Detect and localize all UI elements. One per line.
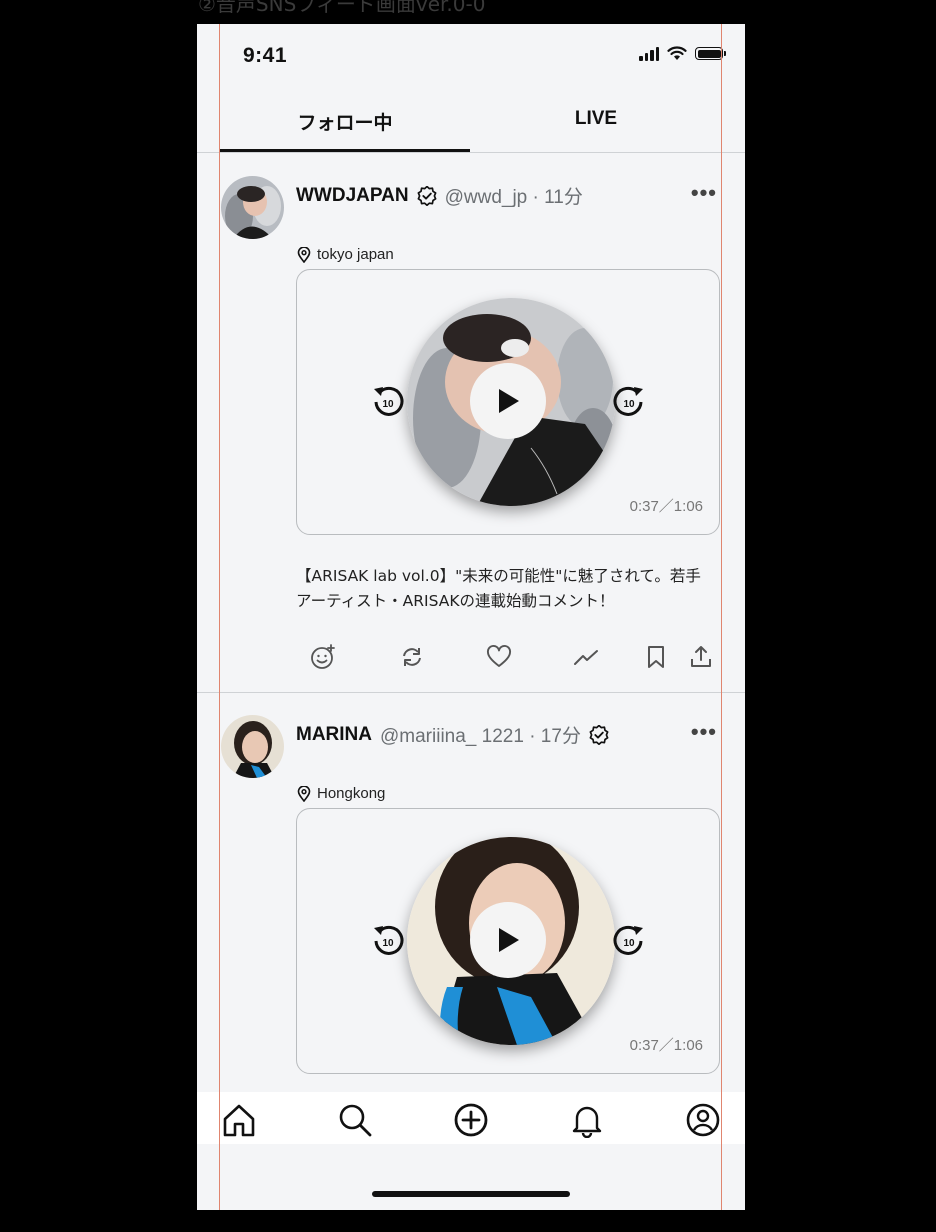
- location-pin-icon: [297, 785, 311, 802]
- post-location: tokyo japan: [297, 246, 394, 263]
- author-name[interactable]: MARINA: [296, 724, 372, 746]
- play-icon: [499, 389, 519, 413]
- analytics-icon[interactable]: [573, 644, 599, 670]
- verified-badge-icon: [589, 724, 609, 745]
- author-handle: @wwd_jp · 11分: [444, 187, 583, 208]
- post-location: Hongkong: [297, 785, 385, 802]
- bell-icon[interactable]: [569, 1102, 605, 1138]
- avatar[interactable]: [221, 176, 284, 239]
- forward-10-button[interactable]: 10: [611, 383, 647, 419]
- forward-10-label: 10: [623, 938, 635, 949]
- feed-tabs: フォロー中 LIVE: [197, 94, 745, 153]
- avatar[interactable]: [221, 715, 284, 778]
- location-label: tokyo japan: [317, 246, 394, 263]
- bottom-nav: [197, 1092, 745, 1144]
- post-caption: 【ARISAK lab vol.0】"未来の可能性"に魅了されて。若手アーティス…: [296, 567, 701, 610]
- status-icons: [639, 46, 726, 61]
- author-handle: @mariiina_ 1221 · 17分: [380, 726, 581, 747]
- forward-10-label: 10: [623, 399, 635, 410]
- play-icon: [499, 928, 519, 952]
- profile-icon[interactable]: [685, 1102, 721, 1138]
- feed-post: WWDJAPAN @wwd_jp · 11分 ••• tokyo japan 1…: [197, 154, 745, 693]
- tab-following[interactable]: フォロー中: [220, 108, 470, 135]
- forward-10-icon: 10: [613, 386, 643, 416]
- more-options-icon[interactable]: •••: [691, 719, 717, 745]
- feed-post: MARINA @mariiina_ 1221 · 17分 ••• Hongkon…: [197, 693, 745, 1093]
- playback-time: 0:37／1:06: [629, 1037, 703, 1054]
- home-indicator[interactable]: [372, 1191, 570, 1197]
- post-header: MARINA @mariiina_ 1221 · 17分: [296, 721, 609, 748]
- rewind-10-label: 10: [382, 399, 394, 410]
- heart-icon[interactable]: [486, 644, 512, 670]
- home-icon[interactable]: [221, 1102, 257, 1138]
- more-options-icon[interactable]: •••: [691, 180, 717, 206]
- playback-time: 0:37／1:06: [629, 498, 703, 515]
- rewind-10-icon: 10: [374, 925, 404, 955]
- tab-active-indicator: [220, 149, 470, 152]
- guide-line-left: [219, 24, 220, 1210]
- battery-icon: [695, 47, 726, 60]
- play-button[interactable]: [470, 902, 546, 978]
- bookmark-icon[interactable]: [643, 644, 669, 670]
- status-time: 9:41: [243, 44, 288, 67]
- play-button[interactable]: [470, 363, 546, 439]
- header-caption: ②音声SNSフィード画面ver.0-0: [198, 0, 486, 16]
- forward-10-icon: 10: [613, 925, 643, 955]
- post-actions: [197, 644, 745, 674]
- wifi-icon: [667, 46, 687, 60]
- audio-player-card: 10 10 0:37／1:06: [296, 269, 720, 535]
- share-icon[interactable]: [688, 644, 714, 670]
- rewind-10-icon: 10: [374, 386, 404, 416]
- rewind-10-button[interactable]: 10: [370, 383, 406, 419]
- guide-line-right: [721, 24, 722, 1210]
- location-label: Hongkong: [317, 785, 386, 802]
- add-icon[interactable]: [453, 1102, 489, 1138]
- repost-icon[interactable]: [399, 644, 425, 670]
- emoji-add-icon[interactable]: [310, 644, 336, 670]
- post-header: WWDJAPAN @wwd_jp · 11分: [296, 182, 583, 209]
- audio-player-card: 10 10 0:37／1:06: [296, 808, 720, 1074]
- signal-icon: [639, 46, 659, 61]
- phone-screen: 9:41 フォロー中 LIVE WWDJAPAN @wwd_jp · 11分 •…: [197, 24, 745, 1210]
- tab-live[interactable]: LIVE: [471, 108, 721, 130]
- location-pin-icon: [297, 246, 311, 263]
- verified-badge-icon: [417, 185, 437, 206]
- rewind-10-label: 10: [382, 938, 394, 949]
- author-name[interactable]: WWDJAPAN: [296, 185, 409, 207]
- search-icon[interactable]: [337, 1102, 373, 1138]
- rewind-10-button[interactable]: 10: [370, 922, 406, 958]
- forward-10-button[interactable]: 10: [611, 922, 647, 958]
